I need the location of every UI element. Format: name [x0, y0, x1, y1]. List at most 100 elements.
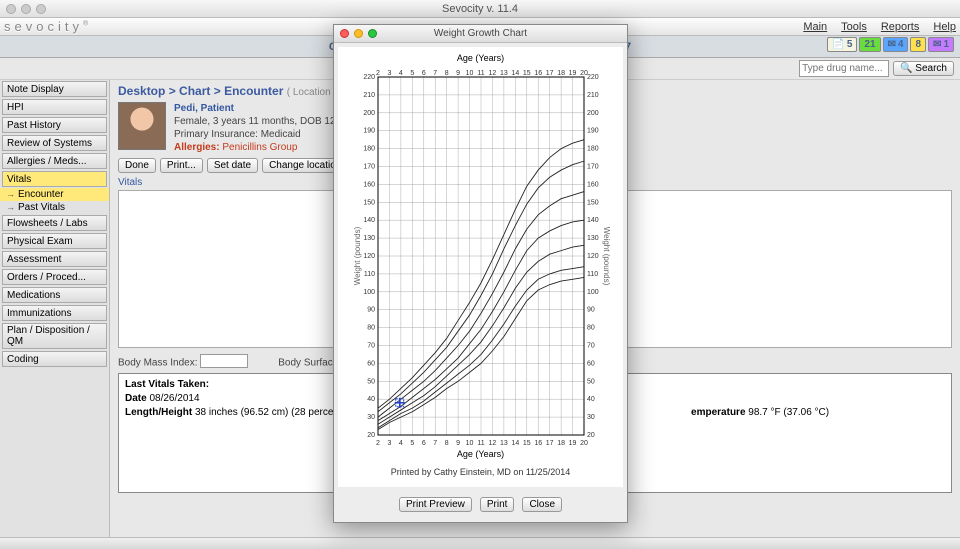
menu-main[interactable]: Main — [803, 21, 827, 33]
bmi-label: Body Mass Index: — [118, 358, 197, 369]
svg-text:8: 8 — [444, 440, 448, 447]
done-button[interactable]: Done — [118, 158, 156, 173]
menu-help[interactable]: Help — [933, 21, 956, 33]
svg-text:40: 40 — [587, 396, 595, 403]
svg-text:18: 18 — [557, 440, 565, 447]
svg-text:30: 30 — [587, 414, 595, 421]
svg-text:160: 160 — [587, 181, 599, 188]
svg-text:60: 60 — [587, 360, 595, 367]
svg-text:6: 6 — [421, 440, 425, 447]
sidebar-item-orders[interactable]: Orders / Proced... — [2, 269, 107, 285]
svg-text:190: 190 — [363, 128, 375, 135]
temp-label: emperature — [691, 407, 745, 418]
badge-2[interactable]: 21 — [859, 37, 880, 52]
svg-text:160: 160 — [363, 181, 375, 188]
svg-text:19: 19 — [568, 70, 576, 77]
crumb-chart[interactable]: Chart — [179, 84, 210, 98]
badge-1[interactable]: 📄 5 — [827, 37, 857, 52]
svg-text:8: 8 — [444, 70, 448, 77]
print-button[interactable]: Print... — [160, 158, 203, 173]
chart-container: Age (Years) 2233445566778899101011111212… — [338, 47, 623, 487]
svg-text:3: 3 — [387, 70, 391, 77]
sidebar-item-note-display[interactable]: Note Display — [2, 81, 107, 97]
sidebar-item-physical-exam[interactable]: Physical Exam — [2, 233, 107, 249]
svg-text:10: 10 — [465, 70, 473, 77]
svg-text:2: 2 — [376, 70, 380, 77]
badge-3[interactable]: ✉ 4 — [883, 37, 909, 52]
menu-tools[interactable]: Tools — [841, 21, 867, 33]
badge-4[interactable]: 8 — [910, 37, 926, 52]
svg-text:70: 70 — [367, 343, 375, 350]
patient-avatar — [118, 102, 166, 150]
set-date-button[interactable]: Set date — [207, 158, 258, 173]
crumb-encounter[interactable]: Encounter — [224, 84, 283, 98]
svg-text:7: 7 — [433, 70, 437, 77]
sidebar-item-flowsheets[interactable]: Flowsheets / Labs — [2, 215, 107, 231]
svg-text:7: 7 — [433, 440, 437, 447]
svg-text:10: 10 — [465, 440, 473, 447]
svg-text:17: 17 — [545, 440, 553, 447]
chart-svg: 2233445566778899101011111212131314141515… — [350, 65, 612, 447]
svg-text:20: 20 — [580, 440, 588, 447]
svg-text:90: 90 — [367, 307, 375, 314]
sidebar-item-plan[interactable]: Plan / Disposition / QM — [2, 323, 107, 349]
sidebar-sub-past-vitals[interactable]: Past Vitals — [0, 201, 109, 214]
allergy-label: Allergies: — [174, 142, 220, 153]
svg-text:110: 110 — [587, 271, 598, 278]
drug-search-input[interactable] — [799, 60, 889, 77]
sidebar-item-vitals[interactable]: Vitals — [2, 171, 107, 187]
svg-text:Weight (pounds): Weight (pounds) — [353, 226, 362, 285]
svg-text:5: 5 — [410, 70, 414, 77]
svg-text:170: 170 — [363, 164, 375, 171]
chart-bottom-axis-title: Age (Years) — [342, 449, 619, 459]
svg-text:5: 5 — [410, 440, 414, 447]
nav-sidebar: Note Display HPI Past History Review of … — [0, 80, 110, 537]
menu-reports[interactable]: Reports — [881, 21, 920, 33]
print-preview-button[interactable]: Print Preview — [399, 497, 472, 512]
svg-text:50: 50 — [367, 378, 375, 385]
svg-text:150: 150 — [587, 199, 599, 206]
crumb-desktop[interactable]: Desktop — [118, 84, 165, 98]
sidebar-item-immunizations[interactable]: Immunizations — [2, 305, 107, 321]
svg-text:12: 12 — [488, 440, 496, 447]
svg-text:40: 40 — [367, 396, 375, 403]
modal-print-button[interactable]: Print — [480, 497, 515, 512]
sidebar-item-allergies[interactable]: Allergies / Meds... — [2, 153, 107, 169]
svg-text:210: 210 — [587, 92, 599, 99]
modal-close-button[interactable]: Close — [522, 497, 562, 512]
svg-text:17: 17 — [545, 70, 553, 77]
sidebar-item-medications[interactable]: Medications — [2, 287, 107, 303]
sidebar-item-ros[interactable]: Review of Systems — [2, 135, 107, 151]
svg-text:11: 11 — [477, 70, 484, 77]
brand-logo: sevocity® — [4, 19, 88, 35]
temp-value: 98.7 °F (37.06 °C) — [746, 407, 830, 418]
sidebar-item-hpi[interactable]: HPI — [2, 99, 107, 115]
sidebar-item-coding[interactable]: Coding — [2, 351, 107, 367]
svg-text:120: 120 — [587, 253, 599, 260]
svg-text:12: 12 — [488, 70, 496, 77]
svg-text:100: 100 — [363, 289, 375, 296]
svg-text:130: 130 — [363, 235, 375, 242]
svg-text:220: 220 — [363, 74, 375, 81]
svg-text:16: 16 — [534, 70, 542, 77]
search-button[interactable]: 🔍 Search — [893, 61, 954, 76]
crumb-location: ( Location I — [287, 87, 336, 98]
growth-chart-modal: Weight Growth Chart Age (Years) 22334455… — [333, 24, 628, 523]
svg-text:14: 14 — [511, 70, 519, 77]
modal-titlebar: Weight Growth Chart — [334, 25, 627, 43]
svg-text:20: 20 — [367, 432, 375, 439]
svg-text:180: 180 — [587, 146, 599, 153]
bmi-input[interactable] — [200, 354, 248, 368]
svg-text:15: 15 — [522, 440, 530, 447]
date-label: Date — [125, 393, 147, 404]
badge-5[interactable]: ✉ 1 — [928, 37, 954, 52]
svg-text:190: 190 — [587, 128, 599, 135]
status-bar — [0, 537, 960, 549]
sidebar-item-past-history[interactable]: Past History — [2, 117, 107, 133]
allergy-value: Penicillins Group — [222, 142, 297, 153]
svg-text:180: 180 — [363, 146, 375, 153]
sidebar-item-assessment[interactable]: Assessment — [2, 251, 107, 267]
svg-text:11: 11 — [477, 440, 484, 447]
svg-text:4: 4 — [398, 440, 402, 447]
sidebar-sub-encounter[interactable]: Encounter — [0, 188, 109, 201]
